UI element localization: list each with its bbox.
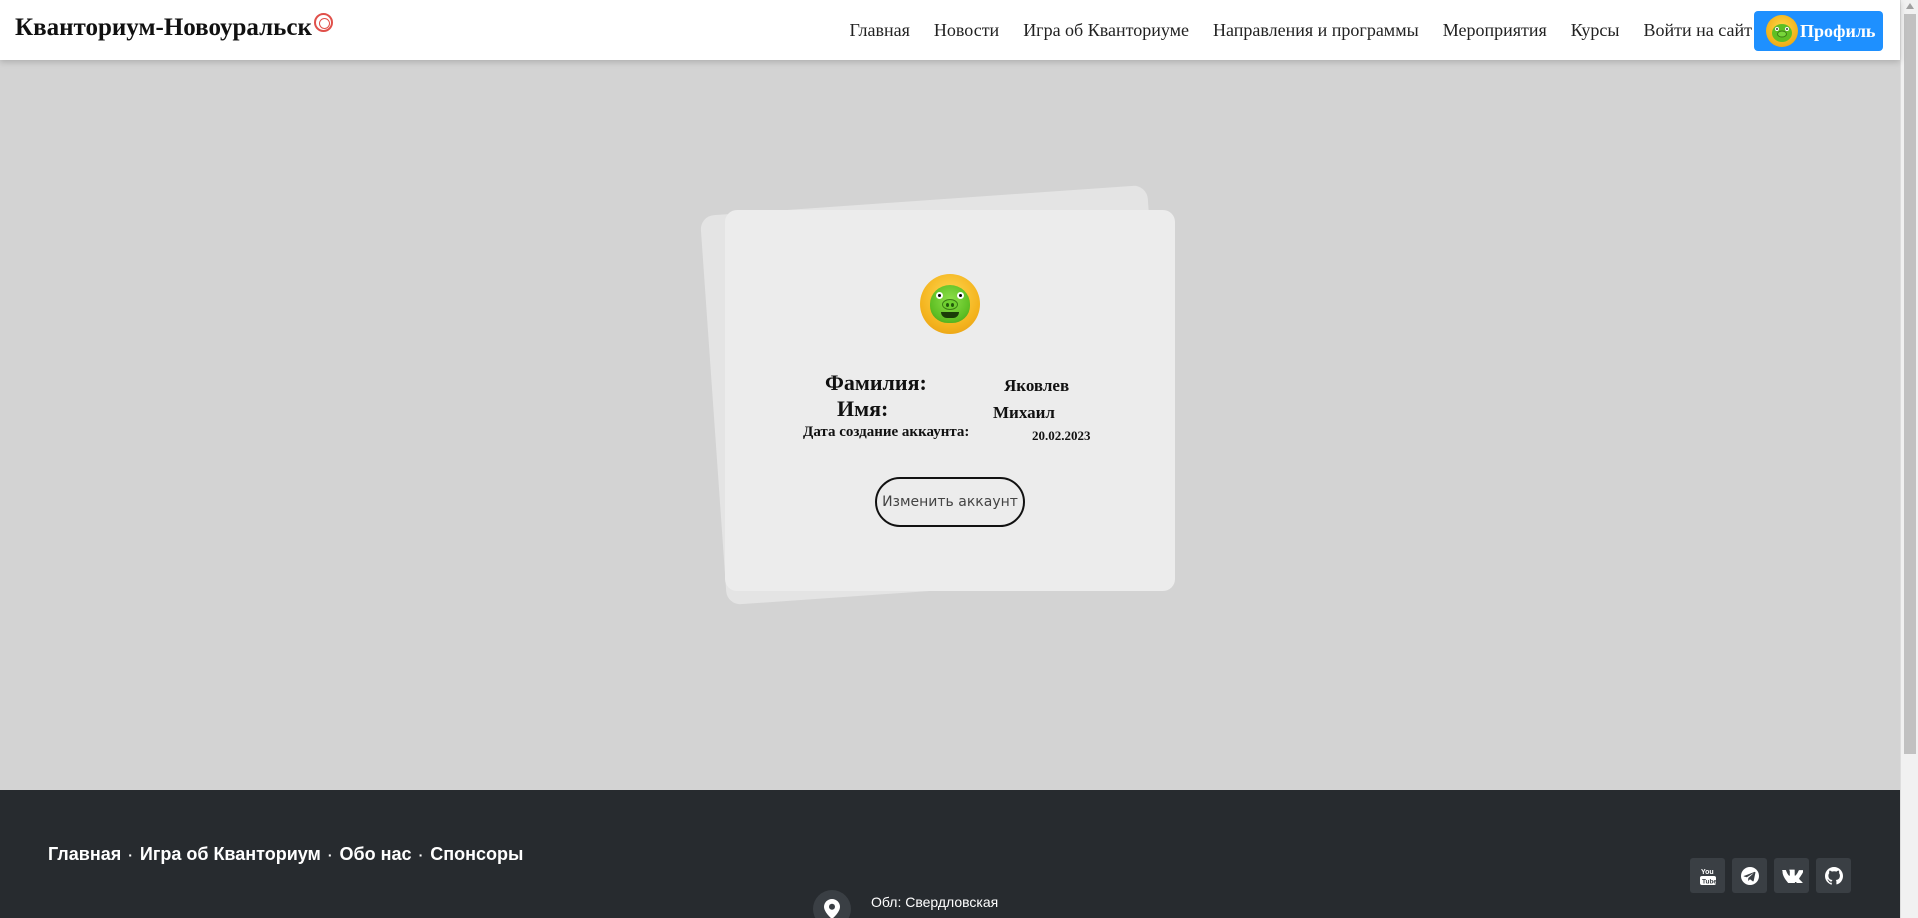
vk-icon[interactable] [1774, 858, 1809, 893]
footer-link-sponsors[interactable]: Спонсоры [430, 844, 523, 865]
brand-title[interactable]: Кванториум-Новоуральск [15, 14, 312, 42]
github-icon[interactable] [1816, 858, 1851, 893]
footer-link-home[interactable]: Главная [48, 844, 121, 865]
surname-label: Фамилия: [825, 370, 927, 395]
profile-card: Фамилия: Яковлев Имя: Михаил Дата создан… [725, 210, 1175, 591]
edit-account-button[interactable]: Изменить аккаунт [875, 477, 1025, 527]
scrollbar-thumb[interactable] [1904, 14, 1916, 754]
social-links: You Tube [1690, 858, 1858, 893]
top-navbar: Кванториум-Новоуральск Главная Новости И… [0, 0, 1900, 60]
nav-link-news[interactable]: Новости [934, 20, 999, 41]
name-label: Имя: [837, 396, 889, 421]
registered-badge-icon [313, 12, 333, 32]
page-footer: Главная · Игра об Кванториум · Обо нас ·… [0, 790, 1900, 918]
created-date-label: Дата создание аккаунта: [803, 424, 970, 440]
nav-link-home[interactable]: Главная [849, 20, 909, 41]
telegram-icon[interactable] [1732, 858, 1767, 893]
footer-link-game[interactable]: Игра об Кванториум [140, 844, 321, 865]
nav-link-programs[interactable]: Направления и программы [1213, 20, 1419, 41]
surname-value: Яковлев [1004, 376, 1070, 395]
nav-link-events[interactable]: Мероприятия [1443, 20, 1547, 41]
brand-logo[interactable]: Кванториум-Новоуральск [15, 12, 333, 42]
nav-menu: Главная Новости Игра об Кванториуме Напр… [825, 0, 1752, 60]
footer-link-about[interactable]: Обо нас [340, 844, 412, 865]
profile-avatar-icon [1766, 15, 1798, 47]
footer-nav: Главная · Игра об Кванториум · Обо нас ·… [48, 844, 523, 865]
footer-separator: · [128, 846, 133, 863]
svg-text:You: You [1701, 869, 1714, 876]
footer-separator: · [418, 846, 424, 863]
profile-button[interactable]: Профиль [1754, 11, 1883, 51]
nav-link-game[interactable]: Игра об Кванториуме [1023, 20, 1189, 41]
youtube-icon[interactable]: You Tube [1690, 858, 1725, 893]
name-value: Михаил [993, 403, 1055, 422]
page-scrollbar[interactable] [1900, 0, 1918, 918]
svg-text:Tube: Tube [1702, 878, 1717, 885]
user-avatar-icon [920, 274, 980, 334]
footer-address: Обл: Свердловская [871, 894, 999, 910]
location-pin-icon [813, 890, 851, 918]
nav-link-login[interactable]: Войти на сайт [1644, 20, 1752, 41]
profile-button-label[interactable]: Профиль [1800, 21, 1875, 42]
footer-separator: · [327, 846, 333, 863]
created-date-value: 20.02.2023 [1032, 428, 1091, 443]
nav-link-courses[interactable]: Курсы [1571, 20, 1620, 41]
scroll-up-arrow-icon[interactable] [1906, 3, 1914, 9]
pig-face [930, 285, 970, 323]
